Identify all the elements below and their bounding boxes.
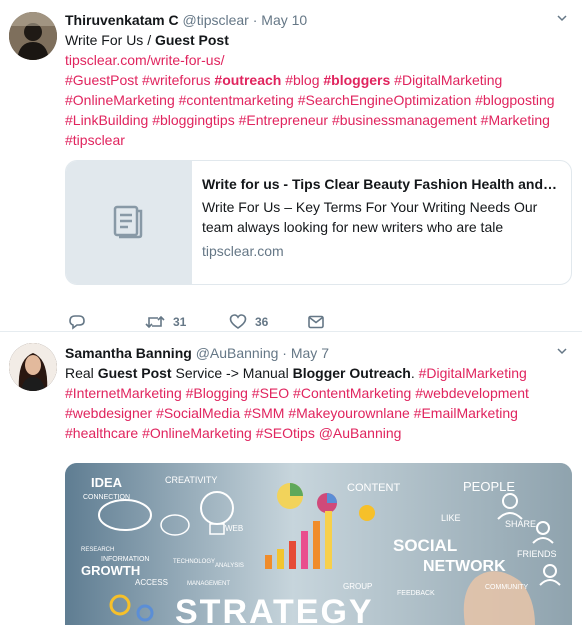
tweet-actions: 31 36 xyxy=(65,310,465,334)
tweet-text-part: Real xyxy=(65,365,98,381)
hashtag-link[interactable]: #InternetMarketing xyxy=(65,385,182,401)
hashtag-link[interactable]: #bloggers xyxy=(323,72,390,88)
hashtag-link[interactable]: #Entrepreneur xyxy=(239,112,329,128)
tweet-header: Samantha Banning @AuBanning · May 7 xyxy=(65,343,570,363)
hashtag-link[interactable]: #Blogging xyxy=(186,385,248,401)
tweet-date[interactable]: May 10 xyxy=(261,12,307,28)
hashtag-link[interactable]: #OnlineMarketing xyxy=(65,92,175,108)
hashtag-link[interactable]: #GuestPost xyxy=(65,72,138,88)
hashtag-link[interactable]: #businessmanagement xyxy=(332,112,477,128)
card-domain: tipsclear.com xyxy=(202,243,284,259)
image-word: ANALYSIS xyxy=(215,563,244,569)
hashtag-link[interactable]: #writeforus xyxy=(142,72,210,88)
tweet-text-intro: Write For Us / xyxy=(65,32,155,48)
hashtag-link[interactable]: #DigitalMarketing xyxy=(394,72,502,88)
link-card[interactable]: Write for us - Tips Clear Beauty Fashion… xyxy=(65,160,572,285)
hashtag-link[interactable]: #SMM xyxy=(244,405,284,421)
tweet-text-bold: Guest Post xyxy=(97,365,172,381)
heart-icon xyxy=(229,313,247,331)
chevron-down-icon[interactable] xyxy=(554,345,570,361)
hashtag-link[interactable]: #contentmarketing xyxy=(179,92,294,108)
tweet-text-bold: Guest Post xyxy=(154,32,229,48)
image-word: WEB xyxy=(225,524,243,533)
hashtag-link[interactable]: #DigitalMarketing xyxy=(419,365,527,381)
card-description: Write For Us – Key Terms For Your Writin… xyxy=(202,199,538,235)
image-word: IDEA xyxy=(91,475,123,490)
hashtag-link[interactable]: #blogposting xyxy=(475,92,554,108)
image-word: NETWORK xyxy=(423,558,506,575)
envelope-icon xyxy=(307,313,325,331)
card-thumbnail xyxy=(66,161,192,284)
tweet-text: Real Guest Post Service -> Manual Blogge… xyxy=(65,363,570,443)
hashtag-link[interactable]: #webdevelopment xyxy=(415,385,529,401)
retweet-icon xyxy=(145,313,165,331)
hashtag-link[interactable]: #SocialMedia xyxy=(156,405,240,421)
hashtag-link[interactable]: #EmailMarketing xyxy=(414,405,518,421)
image-word: GROUP xyxy=(343,582,372,591)
hashtag-link[interactable]: #blog xyxy=(285,72,319,88)
image-word: PEOPLE xyxy=(463,479,515,494)
reply-button[interactable] xyxy=(68,310,86,334)
image-word: MANAGEMENT xyxy=(187,581,230,587)
tweet[interactable]: Samantha Banning @AuBanning · May 7 Real… xyxy=(0,333,582,625)
hashtag-link[interactable]: #Makeyourownlane xyxy=(288,405,409,421)
image-word: SHARE xyxy=(505,519,536,529)
avatar[interactable] xyxy=(9,12,57,60)
hashtag-link[interactable]: #SearchEngineOptimization xyxy=(298,92,472,108)
like-count: 36 xyxy=(255,315,269,329)
tweet-link[interactable]: tipsclear.com/write-for-us/ xyxy=(65,52,224,68)
separator-dot: · xyxy=(282,345,287,361)
user-handle[interactable]: @tipsclear xyxy=(182,12,248,28)
display-name[interactable]: Samantha Banning xyxy=(65,345,192,361)
image-word: TECHNOLOGY xyxy=(173,559,215,565)
hashtag-list: #GuestPost #writeforus #outreach #blog #… xyxy=(65,70,570,150)
tweet[interactable]: Thiruvenkatam C @tipsclear · May 10 Writ… xyxy=(0,0,582,332)
hashtag-link[interactable]: #SEOtips xyxy=(256,425,315,441)
hashtag-link[interactable]: #outreach xyxy=(214,72,281,88)
reply-icon xyxy=(68,313,86,331)
direct-message-button[interactable] xyxy=(307,310,325,334)
retweet-button[interactable]: 31 xyxy=(145,310,186,334)
hashtag-link[interactable]: #Marketing xyxy=(481,112,550,128)
tweet-image[interactable]: IDEA CREATIVITY CONNECTION CONTENT PEOPL… xyxy=(65,463,572,625)
hashtag-link[interactable]: #webdesigner xyxy=(65,405,152,421)
hashtag-link[interactable]: @AuBanning xyxy=(319,425,402,441)
image-word: CONTENT xyxy=(347,482,400,494)
document-icon xyxy=(109,201,149,244)
image-word: FEEDBACK xyxy=(397,590,435,597)
like-button[interactable]: 36 xyxy=(229,310,268,334)
tweet-text-part: Service -> Manual xyxy=(171,365,293,381)
separator-dot: · xyxy=(252,12,258,28)
retweet-count: 31 xyxy=(173,315,187,329)
card-title: Write for us - Tips Clear Beauty Fashion… xyxy=(202,176,557,192)
hashtag-link[interactable]: #SEO xyxy=(252,385,289,401)
display-name[interactable]: Thiruvenkatam C xyxy=(65,12,179,28)
image-word: COMMUNITY xyxy=(485,584,528,591)
image-word: CONNECTION xyxy=(83,494,130,501)
image-word: STRATEGY xyxy=(175,593,374,625)
image-word: GROWTH xyxy=(81,563,140,578)
tweet-text-part: . xyxy=(410,365,419,381)
image-word: RESEARCH xyxy=(81,547,114,553)
hashtag-link[interactable]: #LinkBuilding xyxy=(65,112,148,128)
tweet-header: Thiruvenkatam C @tipsclear · May 10 xyxy=(65,10,570,30)
user-handle[interactable]: @AuBanning xyxy=(196,345,279,361)
tweet-text: Write For Us / Guest Post tipsclear.com/… xyxy=(65,30,570,150)
hashtag-link[interactable]: #OnlineMarketing xyxy=(142,425,252,441)
image-word: INFORMATION xyxy=(101,556,149,563)
image-word: FRIENDS xyxy=(517,549,557,559)
image-word: CREATIVITY xyxy=(165,475,217,485)
image-word: SOCIAL xyxy=(393,536,457,555)
tweet-text-bold: Blogger Outreach xyxy=(292,365,411,381)
hashtag-link[interactable]: #healthcare xyxy=(65,425,138,441)
hashtag-link[interactable]: #tipsclear xyxy=(65,132,125,148)
avatar[interactable] xyxy=(9,343,57,391)
hashtag-link[interactable]: #bloggingtips xyxy=(152,112,235,128)
image-word: LIKE xyxy=(441,513,461,523)
tweet-date[interactable]: May 7 xyxy=(291,345,329,361)
image-word: ACCESS xyxy=(135,578,168,587)
chevron-down-icon[interactable] xyxy=(554,12,570,28)
hashtag-link[interactable]: #ContentMarketing xyxy=(293,385,411,401)
